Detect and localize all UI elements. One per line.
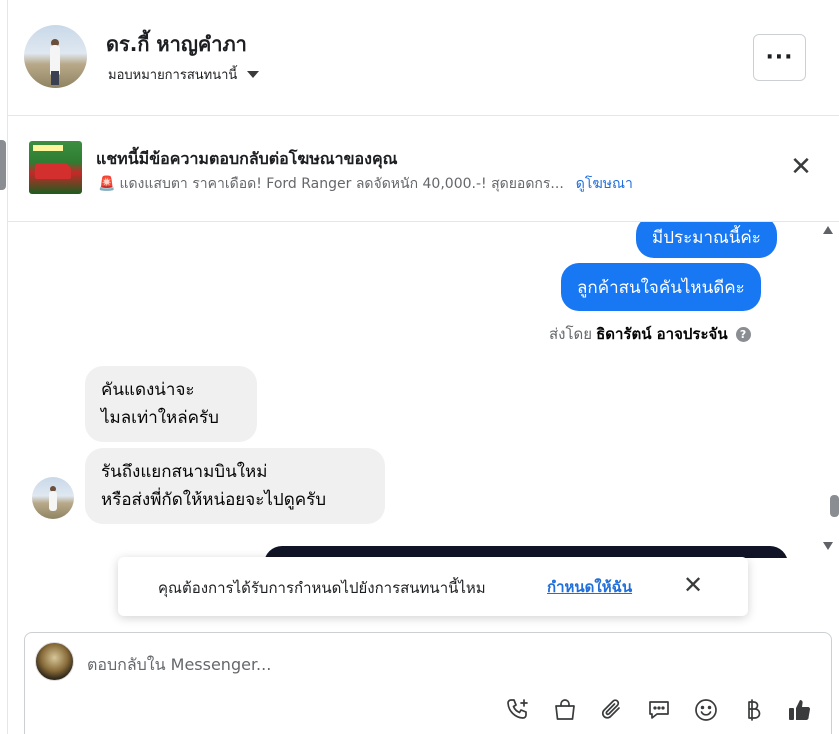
sent-by-prefix: ส่งโดย xyxy=(549,325,593,343)
scrollbar[interactable] xyxy=(830,240,839,540)
shopping-bag-icon[interactable] xyxy=(550,695,579,724)
message-incoming[interactable]: รันถึงแยกสนามบินใหม่ หรือส่งพี่กัดให้หน่… xyxy=(85,448,385,524)
message-incoming[interactable]: คันแดงน่าจะ ไมลเท่าใหล่ครับ xyxy=(85,366,257,442)
assign-prompt-toast: คุณต้องการได้รับการกำหนดไปยังการสนทนานี้… xyxy=(118,557,748,616)
close-toast-button[interactable]: ✕ xyxy=(681,573,705,597)
paperclip-icon[interactable] xyxy=(597,695,626,724)
contact-name[interactable]: ดร.กี้ หาญคำภา xyxy=(106,28,247,60)
ad-banner-text-row: 🚨 แดงแสบตา ราคาเดือด! Ford Ranger ลดจัดห… xyxy=(98,173,633,195)
contact-avatar[interactable] xyxy=(24,25,87,88)
phone-plus-icon[interactable] xyxy=(503,695,532,724)
message-line: หรือส่งพี่กัดให้หน่อยจะไปดูครับ xyxy=(101,490,327,510)
ad-reply-banner: แชทนี้มีข้อความตอบกลับต่อโฆษณาของคุณ 🚨 แ… xyxy=(8,117,839,222)
ad-text: แดงแสบตา ราคาเดือด! Ford Ranger ลดจัดหนั… xyxy=(119,176,564,192)
close-banner-button[interactable]: ✕ xyxy=(789,154,813,180)
view-ad-link[interactable]: ดูโฆษณา xyxy=(576,173,633,195)
composer-toolbar xyxy=(503,695,814,724)
page-avatar xyxy=(35,642,74,681)
sent-by-label: ส่งโดย ธิดารัตน์ อาจประจัน ? xyxy=(549,322,751,346)
chat-bubble-icon[interactable] xyxy=(644,695,673,724)
caret-down-icon xyxy=(247,71,260,78)
scrollbar-thumb[interactable] xyxy=(830,495,839,517)
message-outgoing[interactable]: ลูกค้าสนใจคันไหนดีคะ xyxy=(561,263,761,311)
message-line: คันแดงน่าจะ xyxy=(101,380,195,400)
sender-avatar[interactable] xyxy=(32,477,74,519)
thumbs-up-icon[interactable] xyxy=(785,695,814,724)
ad-banner-title: แชทนี้มีข้อความตอบกลับต่อโฆษณาของคุณ xyxy=(96,149,398,168)
reply-composer: ตอบกลับใน Messenger... xyxy=(24,632,832,734)
siren-icon: 🚨 xyxy=(98,176,116,192)
assign-conversation-dropdown[interactable]: มอบหมายการสนทนานี้ xyxy=(108,64,260,85)
left-edge-panel xyxy=(0,0,8,734)
emoji-icon[interactable] xyxy=(691,695,720,724)
reply-input[interactable]: ตอบกลับใน Messenger... xyxy=(87,653,271,678)
message-line: ไมลเท่าใหล่ครับ xyxy=(101,408,219,428)
message-line: รันถึงแยกสนามบินใหม่ xyxy=(101,462,268,482)
conversation-header: ดร.กี้ หาญคำภา มอบหมายการสนทนานี้ ··· xyxy=(8,0,839,116)
ad-thumbnail xyxy=(29,141,82,194)
assign-label: มอบหมายการสนทนานี้ xyxy=(108,68,238,83)
scroll-down-arrow-icon[interactable] xyxy=(823,542,833,550)
help-icon[interactable]: ? xyxy=(735,326,751,342)
sent-by-name: ธิดารัตน์ อาจประจัน xyxy=(596,325,728,343)
message-thread[interactable]: มีประมาณนี้ค่ะ ลูกค้าสนใจคันไหนดีคะ ส่งโ… xyxy=(8,222,839,558)
message-outgoing[interactable]: มีประมาณนี้ค่ะ xyxy=(636,222,777,258)
baht-icon[interactable] xyxy=(738,695,767,724)
assign-prompt-text: คุณต้องการได้รับการกำหนดไปยังการสนทนานี้… xyxy=(158,579,486,597)
scroll-up-arrow-icon[interactable] xyxy=(823,226,833,234)
collapsed-panel-handle[interactable] xyxy=(0,140,6,190)
assign-to-me-link[interactable]: กำหนดให้ฉัน xyxy=(547,575,632,599)
more-options-button[interactable]: ··· xyxy=(753,34,806,81)
